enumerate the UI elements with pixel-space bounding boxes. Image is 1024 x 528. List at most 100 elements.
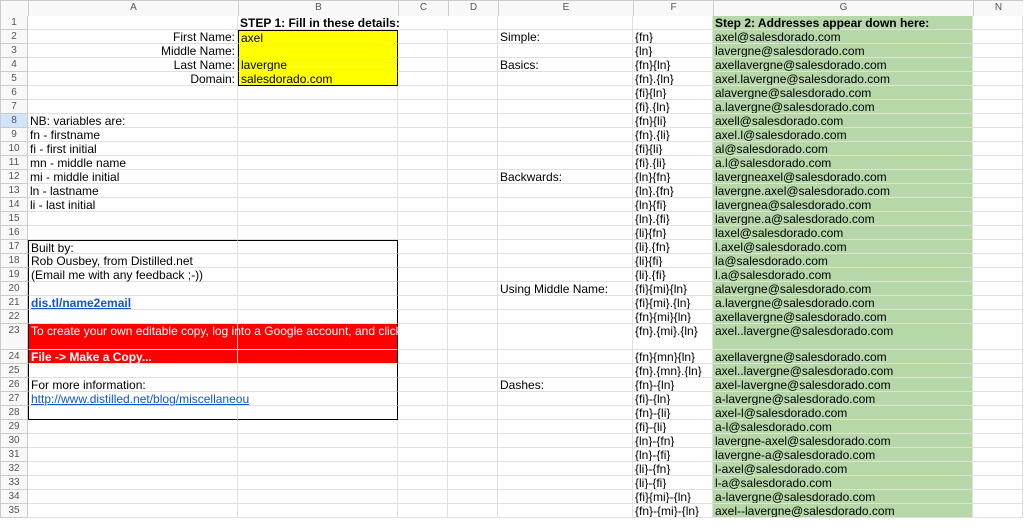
- cell[interactable]: [448, 364, 498, 378]
- pattern-cell[interactable]: {fn}.{li}: [633, 128, 713, 142]
- cell[interactable]: [238, 268, 398, 282]
- cell[interactable]: [28, 100, 238, 114]
- address-cell[interactable]: alavergne@salesdorado.com: [713, 282, 973, 296]
- address-cell[interactable]: axellavergne@salesdorado.com: [713, 350, 973, 364]
- cell[interactable]: [498, 462, 633, 476]
- cell[interactable]: [398, 434, 448, 448]
- pattern-cell[interactable]: {fi}{mi}-{ln}: [633, 490, 713, 504]
- cell[interactable]: [238, 420, 398, 434]
- built-by-email[interactable]: (Email me with any feedback ;-)): [28, 268, 238, 282]
- cell[interactable]: [973, 364, 1023, 378]
- address-cell[interactable]: lavergneaxel@salesdorado.com: [713, 170, 973, 184]
- cell[interactable]: [238, 448, 398, 462]
- cell[interactable]: [238, 184, 398, 198]
- pattern-cell[interactable]: {ln}.{fn}: [633, 184, 713, 198]
- pattern-cell[interactable]: {fn}{mn}{ln}: [633, 350, 713, 364]
- row-header[interactable]: 18: [0, 254, 28, 268]
- column-header[interactable]: A: [28, 0, 238, 16]
- row-header[interactable]: 8: [0, 114, 28, 128]
- cell[interactable]: [973, 448, 1023, 462]
- cell[interactable]: [498, 114, 633, 128]
- cell[interactable]: [398, 142, 448, 156]
- cell[interactable]: [238, 350, 398, 364]
- cell[interactable]: [448, 310, 498, 324]
- pattern-cell[interactable]: {li}{fn}: [633, 226, 713, 240]
- cell[interactable]: [448, 254, 498, 268]
- cell[interactable]: [238, 198, 398, 212]
- address-cell[interactable]: axel-lavergne@salesdorado.com: [713, 378, 973, 392]
- row-header[interactable]: 17: [0, 240, 28, 254]
- shortlink[interactable]: dis.tl/name2email: [28, 296, 238, 310]
- pattern-cell[interactable]: {fn}.{mn}.{ln}: [633, 364, 713, 378]
- cell[interactable]: [973, 420, 1023, 434]
- cell[interactable]: [448, 240, 498, 254]
- row-header[interactable]: 28: [0, 406, 28, 420]
- cell[interactable]: [398, 268, 448, 282]
- row-header[interactable]: 9: [0, 128, 28, 142]
- column-header[interactable]: D: [448, 0, 498, 16]
- cell[interactable]: [973, 282, 1023, 296]
- row-header[interactable]: 33: [0, 476, 28, 490]
- pattern-cell[interactable]: {fn}-{li}: [633, 406, 713, 420]
- spreadsheet-grid[interactable]: ABCDEFGN1STEP 1: Fill in these details:S…: [0, 0, 1024, 518]
- more-info-label[interactable]: For more information:: [28, 378, 238, 392]
- pattern-cell[interactable]: {fn}{li}: [633, 114, 713, 128]
- cell[interactable]: [448, 392, 498, 406]
- pattern-cell[interactable]: {fi}-{ln}: [633, 392, 713, 406]
- first-name-label[interactable]: First Name:: [28, 30, 238, 44]
- cell[interactable]: [238, 434, 398, 448]
- cell[interactable]: [973, 226, 1023, 240]
- cell[interactable]: [498, 310, 633, 324]
- cell[interactable]: [498, 350, 633, 364]
- cell[interactable]: [448, 504, 498, 518]
- cell[interactable]: [238, 462, 398, 476]
- pattern-cell[interactable]: {fi}.{li}: [633, 156, 713, 170]
- cell[interactable]: [498, 448, 633, 462]
- cell[interactable]: [398, 350, 448, 364]
- cell[interactable]: [448, 434, 498, 448]
- domain-label[interactable]: Domain:: [28, 72, 238, 86]
- column-header[interactable]: B: [238, 0, 398, 16]
- cell[interactable]: [28, 364, 238, 378]
- cell[interactable]: [973, 212, 1023, 226]
- nb-line[interactable]: ln - lastname: [28, 184, 238, 198]
- cell[interactable]: [238, 378, 398, 392]
- cell[interactable]: [498, 324, 633, 350]
- cell[interactable]: [448, 184, 498, 198]
- cell[interactable]: [973, 504, 1023, 518]
- middle-name-input[interactable]: [238, 44, 398, 58]
- cell[interactable]: [398, 170, 448, 184]
- row-header[interactable]: 3: [0, 44, 28, 58]
- cell[interactable]: [448, 324, 498, 350]
- cell[interactable]: [973, 72, 1023, 86]
- address-cell[interactable]: lavergne.axel@salesdorado.com: [713, 184, 973, 198]
- cell[interactable]: [973, 240, 1023, 254]
- row-header[interactable]: 29: [0, 420, 28, 434]
- pattern-cell[interactable]: {ln}-{fi}: [633, 448, 713, 462]
- cell[interactable]: [973, 476, 1023, 490]
- cell[interactable]: [448, 100, 498, 114]
- more-info-link[interactable]: http://www.distilled.net/blog/miscellane…: [28, 392, 238, 406]
- row-header[interactable]: 13: [0, 184, 28, 198]
- row-header[interactable]: 35: [0, 504, 28, 518]
- cell[interactable]: [448, 44, 498, 58]
- cell[interactable]: [498, 156, 633, 170]
- pattern-cell[interactable]: {fi}{mi}.{ln}: [633, 296, 713, 310]
- cell[interactable]: [398, 310, 448, 324]
- cell[interactable]: [448, 30, 498, 44]
- pattern-cell[interactable]: {ln}{fn}: [633, 170, 713, 184]
- cell[interactable]: [28, 462, 238, 476]
- cell[interactable]: [498, 490, 633, 504]
- cell[interactable]: [28, 16, 238, 30]
- row-header[interactable]: 14: [0, 198, 28, 212]
- cell[interactable]: [28, 490, 238, 504]
- cell[interactable]: [973, 490, 1023, 504]
- copy-instructions-2[interactable]: File -> Make a Copy...: [28, 350, 238, 364]
- address-cell[interactable]: alavergne@salesdorado.com: [713, 86, 973, 100]
- cell[interactable]: [398, 254, 448, 268]
- cell[interactable]: [498, 254, 633, 268]
- cell[interactable]: [498, 86, 633, 100]
- cell[interactable]: [398, 240, 448, 254]
- cell[interactable]: [28, 420, 238, 434]
- cell[interactable]: [448, 462, 498, 476]
